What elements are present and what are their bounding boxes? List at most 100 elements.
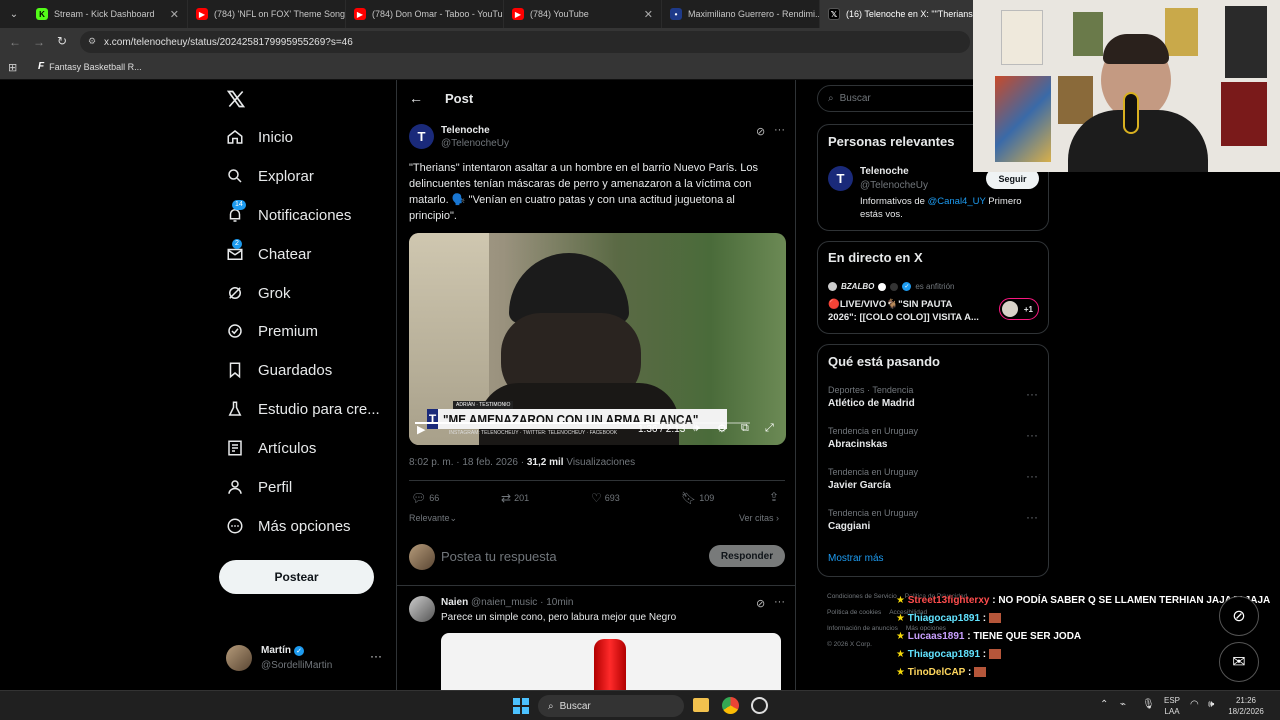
- wall-poster: [1058, 76, 1093, 124]
- forward-icon[interactable]: →: [33, 35, 45, 49]
- chat-message: ★ Lucaas1891 : TIENE QUE SER JODA: [896, 631, 1081, 642]
- url-input[interactable]: ⚙ x.com/telenocheuy/status/2024258179995…: [80, 31, 970, 53]
- relevant-name[interactable]: Telenoche: [860, 166, 909, 177]
- verified-badge-icon: ✓: [294, 645, 304, 656]
- network-icon[interactable]: ⌁: [1120, 699, 1126, 710]
- chat-username[interactable]: Lucaas1891: [908, 631, 965, 642]
- live-host-row[interactable]: BZALBO ✓ es anfitrión: [828, 282, 954, 291]
- footer-link[interactable]: Información de anuncios: [827, 625, 898, 632]
- nav-item-artículos[interactable]: Artículos: [226, 439, 316, 457]
- nav-item-grok[interactable]: Grok: [226, 284, 291, 302]
- messages-float-icon[interactable]: ✉: [1219, 642, 1259, 682]
- more-icon[interactable]: ···: [370, 649, 382, 663]
- reply-author[interactable]: Naien: [441, 597, 468, 608]
- mic-icon[interactable]: 🎙︎: [1142, 699, 1155, 710]
- author-avatar[interactable]: T: [828, 166, 853, 191]
- site-info-icon[interactable]: ⚙: [88, 36, 96, 47]
- close-icon[interactable]: ✕: [170, 8, 179, 21]
- reply-count-button[interactable]: 💬︎ 66: [411, 491, 439, 505]
- nav-item-estudio-para-cre[interactable]: Estudio para cre...: [226, 400, 380, 418]
- apps-grid-icon[interactable]: ⊞: [8, 61, 17, 74]
- pip-icon[interactable]: ⧉: [741, 422, 749, 435]
- volume-icon[interactable]: 🕪: [693, 422, 700, 435]
- more-icon[interactable]: ···: [1026, 387, 1038, 401]
- app-icon[interactable]: [751, 697, 768, 714]
- chrome-icon[interactable]: [722, 697, 739, 714]
- author-name[interactable]: Telenoche: [441, 125, 490, 136]
- nav-item-explorar[interactable]: Explorar: [226, 167, 314, 185]
- nav-item-inicio[interactable]: Inicio: [226, 128, 293, 146]
- tab-site[interactable]: •Maximiliano Guerrero - Rendimi...✕: [662, 0, 820, 28]
- grok-icon[interactable]: ⊘: [756, 125, 765, 138]
- settings-icon[interactable]: ⚙: [717, 422, 727, 435]
- reply-input[interactable]: Postea tu respuesta: [441, 549, 557, 564]
- nav-item-más-opciones[interactable]: Más opciones: [226, 517, 351, 535]
- bookmark-fantasy[interactable]: F Fantasy Basketball R...: [38, 61, 142, 72]
- nav-item-premium[interactable]: Premium: [226, 322, 318, 340]
- more-icon[interactable]: ···: [1026, 428, 1038, 442]
- tray-chevron-icon[interactable]: ⌃: [1100, 699, 1108, 710]
- reply-button[interactable]: Responder: [709, 545, 785, 567]
- more-icon[interactable]: ···: [774, 124, 785, 136]
- tab-youtube-taboo[interactable]: ▶(784) Don Omar - Taboo - YouTube✕: [346, 0, 504, 28]
- author-handle[interactable]: @TelenocheUy: [441, 138, 509, 149]
- reply-avatar[interactable]: [409, 596, 435, 622]
- grok-icon[interactable]: ⊘: [756, 597, 765, 610]
- reload-icon[interactable]: ↻: [57, 34, 67, 48]
- back-icon[interactable]: ←: [9, 35, 21, 49]
- nav-item-guardados[interactable]: Guardados: [226, 361, 332, 379]
- play-icon[interactable]: ▶: [417, 423, 425, 436]
- post-timestamp[interactable]: 8:02 p. m. · 18 feb. 2026 ·: [409, 457, 524, 468]
- x-logo-icon[interactable]: [226, 89, 246, 114]
- volume-icon[interactable]: 🕪: [1208, 699, 1214, 710]
- footer-link[interactable]: © 2026 X Corp.: [827, 641, 872, 648]
- close-icon[interactable]: ✕: [644, 8, 653, 21]
- tab-kick[interactable]: K Stream - Kick Dashboard ✕: [28, 0, 188, 28]
- sort-dropdown[interactable]: Relevante⌄: [409, 513, 457, 524]
- footer-link[interactable]: Condiciones de Servicio: [827, 593, 897, 600]
- live-title-text[interactable]: 🔴LIVE/VIVO🐐"SIN PAUTA 2026": [[COLO COLO…: [828, 298, 979, 324]
- chat-username[interactable]: Thiagocap1891: [908, 613, 980, 624]
- nav-item-perfil[interactable]: Perfil: [226, 478, 292, 496]
- input-language[interactable]: ESP LAA: [1164, 695, 1180, 717]
- chat-username[interactable]: Street13fighterxy: [908, 595, 990, 606]
- footer-link[interactable]: Política de cookies: [827, 609, 881, 616]
- taskbar-search[interactable]: ⌕ Buscar: [538, 695, 684, 717]
- more-icon[interactable]: ···: [1026, 469, 1038, 483]
- tab-search-button[interactable]: ⌄: [0, 0, 28, 28]
- live-host: BZALBO: [841, 282, 875, 291]
- main-column: ← Post T Telenoche @TelenocheUy ⊘ ··· "T…: [396, 80, 796, 693]
- chat-username[interactable]: TinoDelCAP: [908, 667, 965, 678]
- bookmark-button[interactable]: 🔖︎ 109: [681, 491, 714, 505]
- post-button[interactable]: Postear: [219, 560, 374, 594]
- grok-float-icon[interactable]: ⊘: [1219, 596, 1259, 636]
- search-input[interactable]: ⌕ Buscar: [817, 85, 987, 112]
- repost-button[interactable]: ⇄ 201: [501, 491, 529, 505]
- clock[interactable]: 21:26 18/2/2026: [1226, 695, 1266, 717]
- more-icon[interactable]: ···: [774, 596, 785, 608]
- tab-youtube[interactable]: ▶ (784) YouTube ✕: [504, 0, 662, 28]
- file-explorer-icon[interactable]: [693, 698, 709, 712]
- wifi-icon[interactable]: ◠: [1190, 699, 1199, 710]
- like-button[interactable]: ♡ 693: [591, 491, 620, 505]
- nav-item-notificaciones[interactable]: 14 Notificaciones: [226, 200, 351, 224]
- more-icon[interactable]: ···: [1026, 510, 1038, 524]
- bio-link[interactable]: @Canal4_UY: [928, 196, 986, 207]
- windows-start-icon[interactable]: [513, 698, 529, 714]
- account-switcher[interactable]: Martín ✓ @SordelliMartin ···: [226, 643, 386, 673]
- fullscreen-icon[interactable]: ⤢: [765, 422, 774, 435]
- tab-x-telenoche[interactable]: 𝕏(16) Telenoche en X: ""Therians...✕: [820, 0, 974, 28]
- view-quotes-link[interactable]: Ver citas ›: [739, 513, 779, 523]
- reply-image[interactable]: [441, 633, 781, 693]
- tab-youtube-nfl[interactable]: ▶(784) 'NFL on FOX' Theme Song✕: [188, 0, 346, 28]
- reply-handle[interactable]: @naien_music: [471, 597, 537, 608]
- chat-username[interactable]: Thiagocap1891: [908, 649, 980, 660]
- author-avatar[interactable]: T: [409, 124, 434, 149]
- relevant-handle[interactable]: @TelenocheUy: [860, 180, 928, 191]
- nav-item-chatear[interactable]: 2 Chatear: [226, 239, 311, 263]
- show-more-link[interactable]: Mostrar más: [828, 553, 884, 564]
- video-player[interactable]: ADRIÁN · TESTIMONIO T "ME AMENAZARON CON…: [409, 233, 786, 445]
- back-arrow-icon[interactable]: ←: [409, 90, 423, 106]
- share-icon[interactable]: ⇪: [769, 490, 779, 504]
- live-participants[interactable]: +1: [999, 298, 1039, 320]
